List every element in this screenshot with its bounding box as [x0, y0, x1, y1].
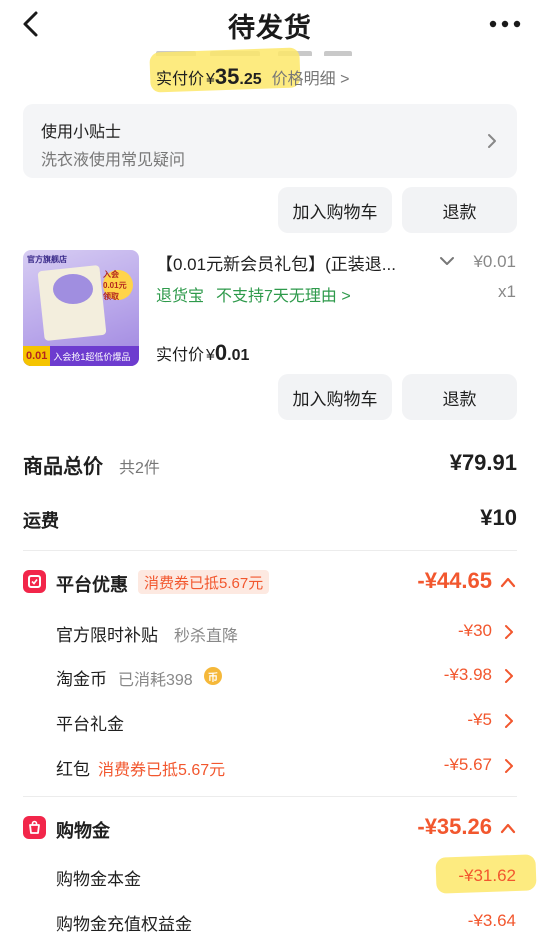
image-store-label: 官方旗舰店 [27, 255, 67, 264]
coupon-tag: 消费券已抵5.67元 [138, 570, 270, 594]
shopping-gold-amount[interactable]: -¥35.26 [417, 814, 492, 840]
image-join-badge: 入会0.01元领取 [103, 270, 133, 301]
paid-amount-int: 35 [214, 64, 240, 89]
paid-amount-dec: .25 [239, 71, 262, 88]
return-guarantee-label[interactable]: 退货宝 [156, 282, 204, 306]
tips-title: 使用小贴士 [41, 124, 122, 141]
divider [23, 796, 517, 797]
chevron-down-icon[interactable] [438, 254, 456, 268]
coin-icon: 币 [204, 667, 222, 685]
product-quantity: x1 [498, 282, 516, 301]
discount-item-label: 淘金币 [56, 670, 107, 689]
gold-item-label: 购物金充值权益金 [56, 915, 192, 934]
discount-item-label: 红包 [56, 760, 90, 779]
chevron-right-icon[interactable] [504, 624, 514, 640]
discount-item-amount[interactable]: -¥3.98 [444, 665, 492, 685]
shipping-label: 运费 [23, 511, 59, 531]
shipping-amount: ¥10 [480, 505, 517, 530]
discount-item-tag: 消费券已抵5.67元 [98, 762, 226, 779]
platform-discount-icon [23, 570, 46, 593]
add-to-cart-button[interactable]: 加入购物车 [278, 187, 392, 233]
discount-item-label: 平台礼金 [56, 715, 124, 734]
chevron-right-icon [488, 134, 496, 148]
platform-discount-amount[interactable]: -¥44.65 [417, 568, 492, 594]
total-amount: ¥79.91 [449, 450, 517, 475]
chevron-right-icon[interactable] [504, 758, 514, 774]
gold-item-amount: -¥3.64 [467, 911, 516, 930]
paid-label: 实付价 [156, 71, 205, 88]
product-image[interactable]: 官方旗舰店 入会0.01元领取 0.01 入会抢1超低价爆品 [23, 250, 139, 366]
image-price-tag: 0.01 [23, 346, 51, 366]
image-banner: 0.01 入会抢1超低价爆品 [23, 346, 139, 366]
refund-button[interactable]: 退款 [402, 187, 517, 233]
discount-item-sub: 秒杀直降 [174, 628, 239, 645]
discount-item-sub: 已消耗398 [118, 672, 193, 689]
image-product-emblem [53, 274, 93, 304]
add-to-cart-button[interactable]: 加入购物车 [278, 374, 392, 420]
shopping-gold-icon [23, 816, 46, 839]
product-unit-price: ¥0.01 [473, 252, 516, 271]
discount-item-amount[interactable]: -¥5.67 [444, 755, 492, 775]
shopping-gold-title: 购物金 [56, 821, 110, 841]
discount-item-amount[interactable]: -¥5 [467, 710, 492, 730]
discount-item-label: 官方限时补贴 [56, 626, 158, 645]
divider [23, 550, 517, 551]
chevron-right-icon[interactable] [504, 713, 514, 729]
image-banner-text: 入会抢1超低价爆品 [53, 351, 131, 362]
product-paid-row: 实付价 ¥ 0 .01 [156, 340, 249, 366]
gold-item-label: 购物金本金 [56, 870, 141, 889]
tips-subtitle: 洗衣液使用常见疑问 [41, 152, 186, 169]
currency-symbol: ¥ [206, 71, 215, 88]
more-dots-icon[interactable] [488, 10, 522, 38]
shipping-row: 运费 ¥10 [23, 505, 517, 535]
total-row: 商品总价 共2件 ¥79.91 [23, 450, 517, 480]
total-label: 商品总价 [23, 456, 103, 478]
tips-card[interactable]: 使用小贴士 洗衣液使用常见疑问 [23, 104, 517, 178]
chevron-right-icon[interactable] [504, 668, 514, 684]
first-item-price-row: 实付价 ¥ 35 .25 价格明细 > [156, 64, 349, 90]
discount-item-amount[interactable]: -¥30 [458, 621, 492, 641]
page-title: 待发货 [228, 13, 312, 43]
product-title[interactable]: 【0.01元新会员礼包】(正装退... [156, 250, 422, 275]
platform-discount-title: 平台优惠 [56, 575, 128, 595]
currency-symbol: ¥ [206, 347, 215, 364]
paid-amount-dec: .01 [227, 347, 250, 364]
price-detail-link[interactable]: 价格明细 > [272, 65, 350, 89]
paid-label: 实付价 [156, 347, 205, 364]
gold-item-amount: -¥31.62 [458, 866, 516, 885]
no-return-note[interactable]: 不支持7天无理由 > [216, 282, 351, 306]
chevron-up-icon[interactable] [500, 576, 516, 588]
chevron-up-icon[interactable] [500, 822, 516, 834]
total-count: 共2件 [119, 460, 160, 477]
header: 待发货 [0, 0, 540, 48]
refund-button[interactable]: 退款 [402, 374, 517, 420]
paid-amount-int: 0 [214, 340, 228, 365]
